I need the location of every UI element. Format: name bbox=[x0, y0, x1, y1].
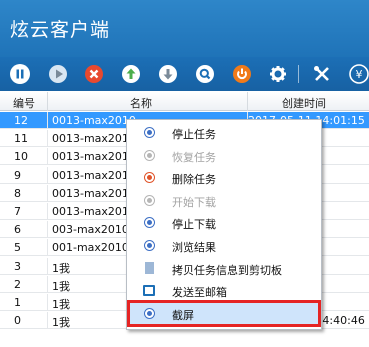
column-separator bbox=[47, 92, 48, 111]
power-icon[interactable] bbox=[232, 64, 252, 84]
toolbar: ¥ bbox=[0, 57, 369, 91]
row-num: 0 bbox=[14, 314, 21, 328]
column-separator bbox=[47, 257, 48, 275]
menu-item-label: 发送至邮箱 bbox=[172, 286, 227, 300]
browse-results-icon bbox=[145, 241, 154, 250]
menu-item[interactable]: 停止下载 bbox=[128, 212, 320, 233]
column-separator bbox=[47, 312, 48, 330]
menu-item[interactable]: 删除任务 bbox=[128, 167, 320, 188]
upload-icon[interactable] bbox=[121, 64, 141, 84]
menu-item[interactable]: 拷贝任务信息到剪切板 bbox=[128, 258, 320, 279]
row-num: 8 bbox=[14, 186, 21, 200]
row-num: 5 bbox=[14, 241, 21, 255]
row-num: 10 bbox=[14, 150, 28, 164]
row-num: 2 bbox=[14, 277, 21, 291]
column-separator bbox=[47, 148, 48, 166]
column-separator bbox=[47, 166, 48, 184]
menu-item-label: 恢复任务 bbox=[172, 150, 216, 164]
gear-icon[interactable] bbox=[268, 64, 288, 84]
header-name[interactable]: 名称 bbox=[130, 95, 152, 111]
stop-task-icon bbox=[145, 128, 154, 137]
menu-item[interactable]: 停止任务 bbox=[128, 122, 320, 143]
context-menu: 停止任务 恢复任务 删除任务 开始下载 停止下载 浏览结果 拷贝任务信息到剪切板 发送至邮箱截… bbox=[126, 119, 322, 330]
start-download-icon bbox=[145, 195, 154, 205]
menu-item-label: 浏览结果 bbox=[172, 241, 216, 254]
table-header: 编号 名称 创建时间 bbox=[0, 92, 369, 111]
yen-icon[interactable]: ¥ bbox=[349, 64, 369, 84]
svg-text:¥: ¥ bbox=[356, 68, 363, 81]
menu-item-label: 停止任务 bbox=[172, 128, 216, 141]
row-num: 12 bbox=[14, 114, 28, 127]
column-separator bbox=[47, 203, 48, 220]
app-window: 炫云客户端 ¥ 编号 名称 创建时间 12 0013-max2010 14:01… bbox=[0, 0, 369, 347]
download-icon[interactable] bbox=[158, 64, 178, 84]
menu-item-label: 开始下载 bbox=[172, 195, 216, 209]
pause-all-icon[interactable] bbox=[10, 64, 30, 84]
search-icon[interactable] bbox=[195, 64, 215, 84]
column-separator bbox=[47, 112, 48, 129]
header-num[interactable]: 编号 bbox=[13, 95, 35, 111]
menu-item[interactable]: 恢复任务 bbox=[128, 145, 320, 166]
row-num: 9 bbox=[14, 168, 21, 182]
menu-item[interactable]: 开始下载 bbox=[128, 190, 320, 211]
column-separator bbox=[47, 130, 48, 148]
column-separator bbox=[47, 184, 48, 202]
menu-item-label: 删除任务 bbox=[172, 173, 216, 187]
stop-download-icon bbox=[145, 218, 154, 228]
column-separator bbox=[47, 294, 48, 311]
app-title: 炫云客户端 bbox=[10, 19, 111, 41]
delete-icon[interactable] bbox=[84, 64, 104, 84]
copy-clipboard-icon bbox=[145, 261, 154, 274]
column-separator bbox=[247, 92, 248, 111]
column-separator bbox=[47, 221, 48, 239]
start-icon[interactable] bbox=[48, 64, 68, 84]
row-num: 3 bbox=[14, 259, 21, 273]
row-num: 6 bbox=[14, 223, 21, 237]
email-icon bbox=[143, 285, 155, 297]
delete-task-icon bbox=[145, 173, 154, 183]
highlight-box bbox=[127, 300, 321, 327]
column-separator bbox=[47, 239, 48, 257]
header-time[interactable]: 创建时间 bbox=[282, 95, 326, 111]
menu-item[interactable]: 发送至邮箱 bbox=[128, 280, 320, 301]
status-strip bbox=[0, 339, 369, 347]
toolbar-separator bbox=[298, 65, 299, 83]
row-num: 1 bbox=[14, 296, 21, 309]
row-num: 7 bbox=[14, 205, 21, 218]
menu-item[interactable]: 浏览结果 bbox=[128, 235, 320, 256]
title-bar: 炫云客户端 bbox=[0, 0, 369, 57]
resume-task-icon bbox=[145, 150, 154, 160]
menu-item-label: 停止下载 bbox=[172, 218, 216, 232]
column-separator bbox=[47, 275, 48, 293]
tools-icon[interactable] bbox=[312, 64, 332, 84]
row-num: 11 bbox=[14, 132, 28, 146]
menu-item-label: 拷贝任务信息到剪切板 bbox=[172, 263, 282, 277]
